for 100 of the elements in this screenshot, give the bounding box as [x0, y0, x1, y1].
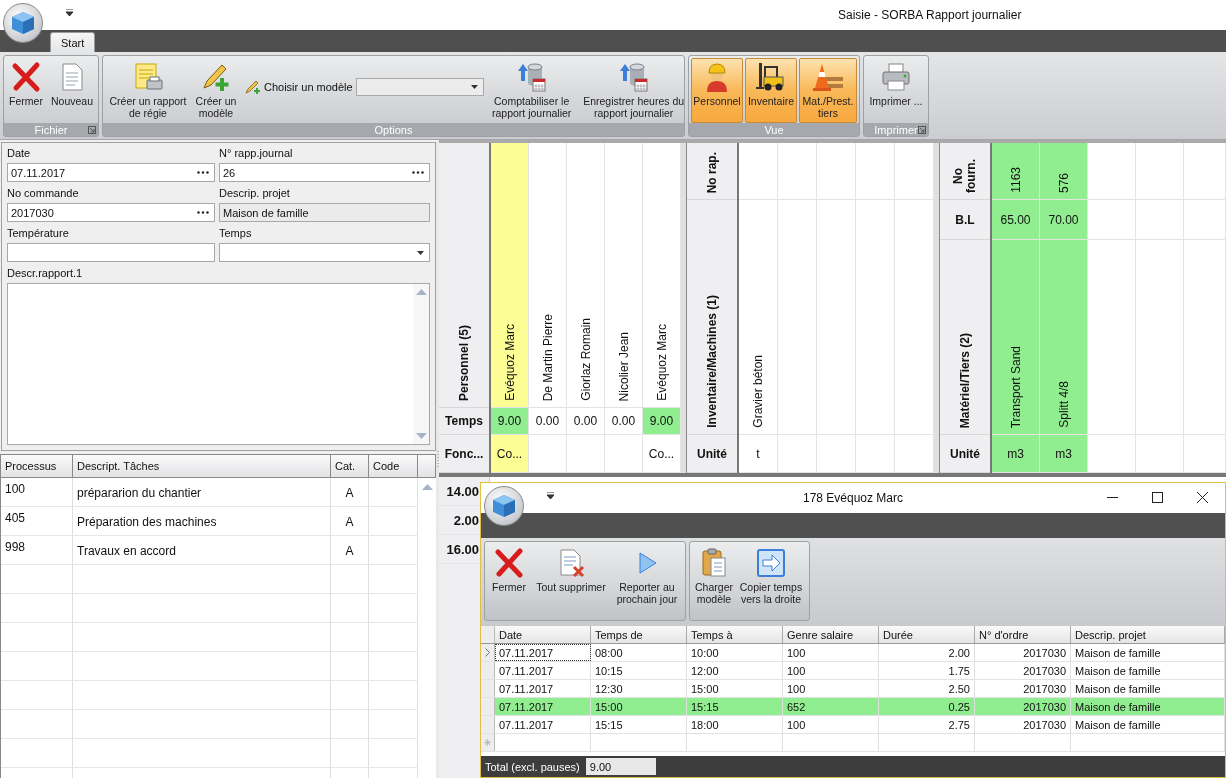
ribbon-button[interactable]: Créer un rapport de régie — [105, 58, 191, 123]
row-selector[interactable] — [481, 698, 495, 715]
table-cell: 2017030 — [975, 662, 1071, 679]
field-label: No commande — [7, 187, 80, 200]
table-cell: 2.50 — [879, 680, 975, 697]
row-selector[interactable] — [481, 716, 495, 733]
total-field: 9.00 — [585, 758, 656, 775]
pencil-plus-icon — [245, 79, 261, 95]
table-cell: prépararion du chantier — [73, 478, 331, 506]
column-header[interactable]: Date — [495, 626, 591, 643]
scroll-up-icon[interactable] — [415, 289, 427, 295]
ribbon-tab[interactable]: Start — [50, 32, 96, 52]
field-label: Température — [7, 227, 70, 240]
table-cell: 1.75 — [879, 662, 975, 679]
row-selector[interactable] — [481, 644, 495, 661]
ribbon-button[interactable]: Personnel — [691, 58, 743, 123]
ribbon-button[interactable]: Inventaire — [745, 58, 797, 123]
table-cell: 2.00 — [879, 644, 975, 661]
column-header[interactable]: Code — [369, 455, 418, 477]
ribbon-button[interactable]: Fermer — [6, 58, 46, 123]
ellipsis-icon[interactable] — [412, 171, 424, 174]
application-button[interactable] — [3, 3, 43, 43]
table-cell: 12:30 — [591, 680, 687, 697]
material-column[interactable]: 576 70.00 Splitt 4/8 m3 — [1040, 143, 1088, 473]
scroll-up-icon[interactable] — [421, 484, 433, 490]
scroll-down-icon[interactable] — [415, 433, 427, 439]
column-header[interactable]: Genre salaire — [783, 626, 879, 643]
row-label: No rap. — [705, 151, 719, 193]
employee-column[interactable]: Giorlaz Romain 0.00 — [567, 143, 605, 473]
row-selector[interactable] — [481, 662, 495, 679]
row-selector[interactable] — [481, 734, 495, 751]
employee-column[interactable]: Evéquoz Marc 9.00 Co... — [491, 143, 529, 473]
close-icon — [10, 61, 42, 93]
table-cell: m3 — [1055, 446, 1072, 461]
table-cell: 100 — [783, 716, 879, 733]
dropdown-arrow-icon[interactable] — [417, 250, 424, 255]
table-row[interactable]: 07.11.2017 08:00 10:00 100 2.00 2017030 Maison de famille — [481, 644, 1225, 662]
customize-caret-icon[interactable] — [547, 492, 554, 499]
empty-cell — [1184, 435, 1226, 473]
maximize-icon[interactable] — [1152, 492, 1163, 503]
table-row[interactable]: 07.11.2017 15:00 15:15 652 0.25 2017030 Maison de famille — [481, 698, 1225, 716]
text-field[interactable]: 2017030 — [7, 203, 215, 222]
ribbon-button[interactable]: Charger modèle — [693, 544, 735, 609]
ribbon-button[interactable]: Fermer — [488, 544, 530, 609]
row-label: Fonc... — [444, 446, 484, 461]
empty-cell — [567, 435, 605, 473]
ribbon-button[interactable]: Reporter au prochain jour — [612, 544, 682, 609]
table-cell: t — [756, 446, 760, 461]
customize-caret-icon[interactable] — [66, 9, 73, 16]
table-cell: 07.11.2017 — [495, 698, 591, 715]
text-field[interactable]: 07.11.2017 — [7, 163, 215, 182]
ribbon-button[interactable]: Créer un modèle — [193, 58, 239, 123]
material-column[interactable]: 1163 65.00 Transport Sand m3 — [992, 143, 1040, 473]
empty-cell — [1184, 200, 1226, 240]
table-cell: 2017030 — [975, 698, 1071, 715]
text-field[interactable] — [7, 243, 215, 262]
column-header[interactable]: Descrip. projet — [1071, 626, 1225, 643]
ribbon-button[interactable]: Nouveau — [48, 58, 96, 123]
close-icon[interactable] — [1197, 492, 1208, 503]
column-header[interactable]: Durée — [879, 626, 975, 643]
ribbon-button[interactable]: Comptabiliser le rapport journalier — [487, 58, 576, 123]
group-label: Fichier — [34, 123, 68, 136]
row-selector[interactable] — [481, 680, 495, 697]
employee-name: Evéquoz Marc — [502, 324, 517, 401]
dialog-launcher-icon[interactable] — [918, 126, 926, 134]
employee-column[interactable]: De Martin Pierre 0.00 — [529, 143, 567, 473]
table-row[interactable]: 07.11.2017 15:15 18:00 100 2.75 2017030 Maison de famille — [481, 716, 1225, 734]
total-hours: 16.00 — [446, 541, 479, 557]
ribbon-button[interactable]: Tout supprimer — [531, 544, 611, 609]
table-cell: 12:00 — [687, 662, 783, 679]
dropdown-arrow-icon[interactable] — [470, 85, 478, 89]
column-header[interactable]: Processus — [1, 455, 73, 477]
empty-cell — [856, 143, 895, 200]
column-header[interactable]: Descript. Tâches — [73, 455, 331, 477]
field-label: N° rapp.journal — [219, 147, 294, 160]
material-name: Transport Sand — [1008, 345, 1023, 428]
ribbon-button[interactable]: Copier temps vers la droite — [736, 544, 806, 609]
text-field[interactable]: 26 — [219, 163, 430, 182]
column-header[interactable]: N° d'ordre — [975, 626, 1071, 643]
text-field[interactable] — [219, 243, 430, 262]
table-cell: 65.00 — [1000, 212, 1031, 227]
splitter-grip-icon[interactable] — [436, 451, 439, 467]
ellipsis-icon[interactable] — [197, 171, 209, 174]
ribbon-button[interactable]: Mat./Prest. tiers — [799, 58, 857, 123]
supplier-number: 576 — [1056, 172, 1071, 193]
ribbon-button[interactable]: Imprimer ... — [866, 58, 926, 123]
empty-cell — [778, 143, 817, 200]
column-header[interactable]: Temps de — [591, 626, 687, 643]
employee-column[interactable]: Nicolier Jean 0.00 — [605, 143, 643, 473]
table-cell: Maison de famille — [1071, 644, 1225, 661]
printer-icon — [880, 61, 912, 93]
table-cell: Maison de famille — [1071, 698, 1225, 715]
ellipsis-icon[interactable] — [197, 211, 209, 214]
dialog-launcher-icon[interactable] — [88, 126, 96, 134]
table-row[interactable]: 07.11.2017 10:15 12:00 100 1.75 2017030 Maison de famille — [481, 662, 1225, 680]
column-header[interactable]: Temps à — [687, 626, 783, 643]
application-button[interactable] — [484, 486, 524, 526]
text-field[interactable]: Maison de famille — [219, 203, 430, 222]
empty-cell — [529, 435, 567, 473]
column-header[interactable]: Cat. — [331, 455, 369, 477]
